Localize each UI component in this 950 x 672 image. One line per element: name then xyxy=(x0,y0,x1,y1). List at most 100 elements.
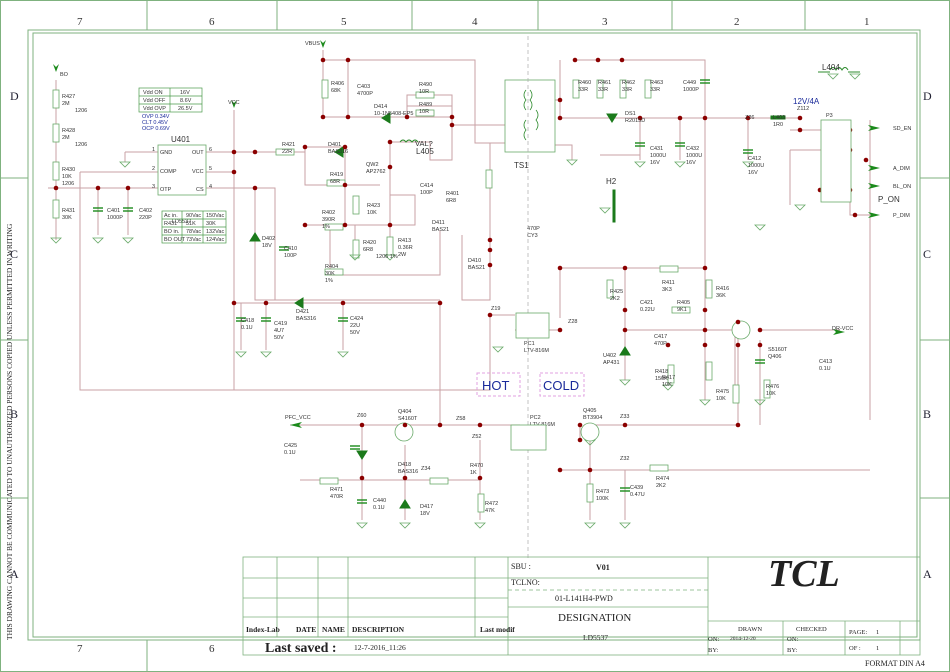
component-r463: R46333R xyxy=(650,80,663,93)
component-ref: Z33 xyxy=(620,414,629,420)
junction-node xyxy=(757,327,763,333)
component-ref: D410 xyxy=(468,258,481,264)
component-z32: Z32 xyxy=(620,456,629,462)
diode-symbol xyxy=(619,346,631,356)
component-value: 470P xyxy=(654,341,667,347)
component-value: 1000U xyxy=(650,153,666,159)
component-value: 1K xyxy=(470,470,477,476)
svg-text:4: 4 xyxy=(209,184,212,190)
component-l403: L4031R0 xyxy=(773,115,785,128)
component-r460: R46033R xyxy=(578,80,591,93)
row-label: D xyxy=(923,89,932,103)
junction-node xyxy=(342,222,348,228)
svg-text:Vdd OFF: Vdd OFF xyxy=(143,98,166,104)
svg-text:CHECKED: CHECKED xyxy=(796,626,827,633)
ground-icon xyxy=(492,346,504,353)
component-r428: R4282M 1206 xyxy=(62,128,87,148)
component-ref: Z60 xyxy=(357,413,366,419)
svg-text:132Vac: 132Vac xyxy=(206,229,224,235)
cold-label: COLD xyxy=(543,378,579,393)
junction-node xyxy=(437,422,443,428)
component-value: 2K2 xyxy=(656,483,666,489)
junction-node xyxy=(622,307,628,313)
resistor-symbol xyxy=(386,236,394,256)
svg-text:CS: CS xyxy=(196,187,204,193)
svg-text:26.5V: 26.5V xyxy=(178,106,193,112)
component-value: 18V xyxy=(420,511,430,517)
component-value: 390R xyxy=(322,217,335,223)
component-extra: 1206 1% xyxy=(376,254,398,260)
junction-node xyxy=(449,114,455,120)
component-value: 0.47U xyxy=(630,492,645,498)
component-value: 10K xyxy=(662,382,672,388)
svg-text:73Vac: 73Vac xyxy=(186,237,201,243)
component-value: 0.36R xyxy=(398,245,413,251)
component-ref: R490 xyxy=(419,82,432,88)
junction-node xyxy=(577,437,583,443)
component-c403: C4034700P xyxy=(357,84,373,97)
svg-text:30K: 30K xyxy=(206,221,216,227)
vbus-flag-icon xyxy=(320,40,326,48)
component-value: 2K2 xyxy=(610,296,620,302)
junction-node xyxy=(95,185,101,191)
component-ref: R405 xyxy=(677,300,690,306)
component-ref: C417 xyxy=(654,334,667,340)
ground-icon xyxy=(849,73,861,80)
junction-node xyxy=(702,307,708,313)
component-ref: PC2 xyxy=(530,415,541,421)
component-value: 2M xyxy=(62,101,70,107)
junction-node xyxy=(53,185,59,191)
component-ref: Z19 xyxy=(491,306,500,312)
component-value: 10R xyxy=(419,89,429,95)
junction-node xyxy=(572,57,578,63)
component-value: 470R xyxy=(330,494,343,500)
component-extra: 1% xyxy=(322,224,330,230)
junction-node xyxy=(342,182,348,188)
junction-node xyxy=(477,475,483,481)
component-r470: R4701K xyxy=(470,463,483,476)
component-c413: C4130.1U xyxy=(819,359,832,372)
column-label: 7 xyxy=(77,643,83,655)
resistor-symbol xyxy=(352,195,360,215)
component-ref: Z52 xyxy=(472,434,481,440)
resistor-symbol xyxy=(705,361,713,381)
junction-node xyxy=(677,115,683,121)
component-z112: Z112 xyxy=(797,106,809,112)
designation-value: LD5537 xyxy=(583,633,608,642)
format-label: FORMAT DIN A4 xyxy=(865,659,925,668)
row-label: D xyxy=(10,89,19,103)
component-value: AP2762 xyxy=(366,169,386,175)
component-ref: PC1 xyxy=(524,341,535,347)
component-value: 6R8 xyxy=(446,198,456,204)
svg-text:2: 2 xyxy=(152,166,155,172)
component-value: 0.22U xyxy=(640,307,655,313)
rail-label: 12V/4A xyxy=(793,97,820,106)
svg-text:BY:: BY: xyxy=(787,647,797,654)
ground-icon xyxy=(634,161,646,168)
component-ref: D411 xyxy=(432,220,445,226)
component-value: 3K3 xyxy=(662,287,672,293)
svg-text:5: 5 xyxy=(209,166,212,172)
component-ref: C402 xyxy=(139,208,152,214)
component-d402: D40218V xyxy=(262,236,275,249)
component-l405: L405 xyxy=(416,147,434,156)
tcl-logo: TCL xyxy=(768,553,840,595)
resistor-symbol xyxy=(485,169,493,189)
component-extra: 16V xyxy=(686,160,696,166)
component-p3: P3 xyxy=(826,113,833,119)
component-value: 18V xyxy=(262,243,272,249)
junction-node xyxy=(557,97,563,103)
component-ref: C440 xyxy=(373,498,386,504)
component-value: 100K xyxy=(596,496,609,502)
component-ref: R425 xyxy=(610,289,623,295)
ground-icon xyxy=(399,522,411,529)
ground-icon xyxy=(674,161,686,168)
component-ref: R423 xyxy=(367,203,380,209)
junction-node xyxy=(487,247,493,253)
component-ref: D402 xyxy=(262,236,275,242)
junction-node xyxy=(622,327,628,333)
junction-node xyxy=(557,467,563,473)
ground-icon xyxy=(474,522,486,529)
component-value: 33R xyxy=(598,87,608,93)
junction-node xyxy=(359,475,365,481)
